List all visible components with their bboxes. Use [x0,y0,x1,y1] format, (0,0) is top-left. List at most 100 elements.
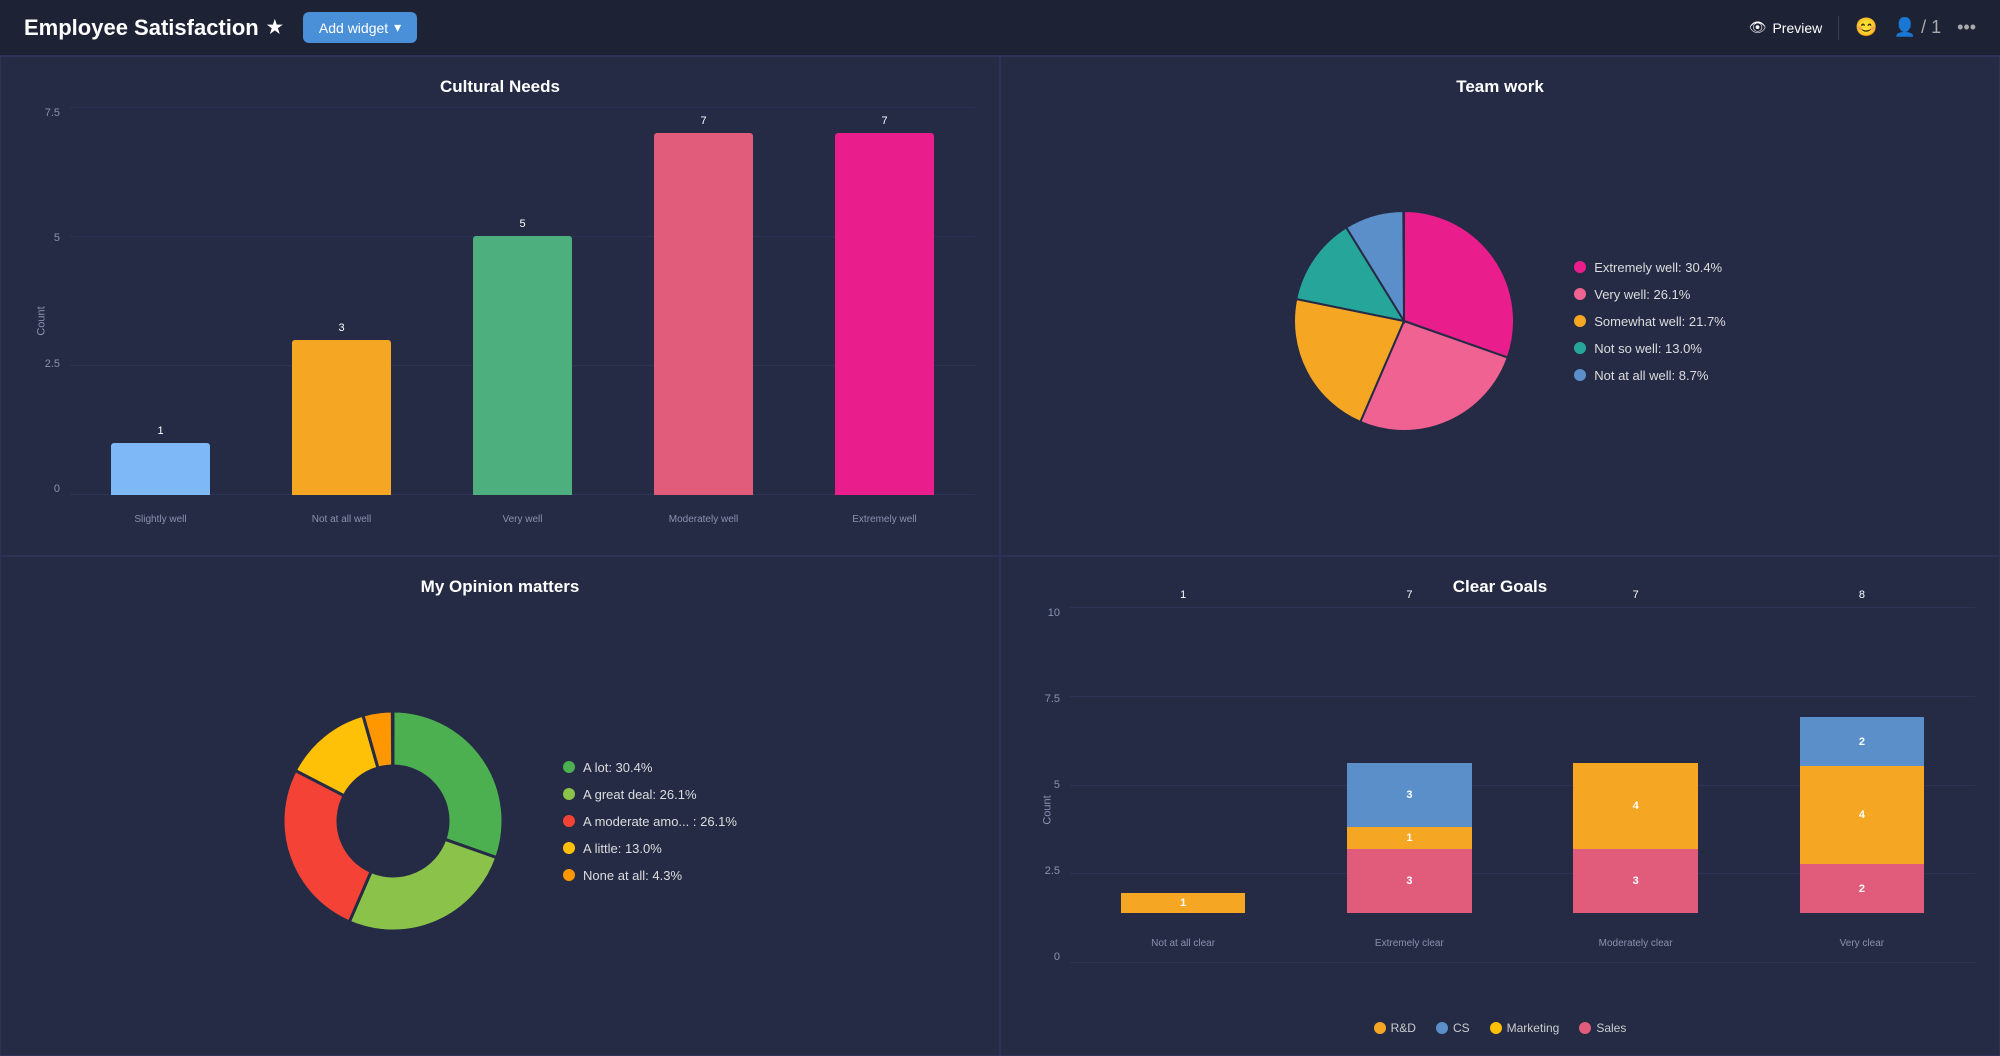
stacked-segment: 2 [1800,717,1924,766]
preview-label: Preview [1772,20,1822,36]
stacked-segment: 3 [1347,849,1471,913]
y-label: 7.5 [1025,693,1065,705]
stacked-legend: R&D CS Marketing Sales [1025,1021,1975,1035]
cultural-needs-widget: Cultural Needs Count 0 2.5 5 7.5 [0,56,1000,556]
bar-value-label: 7 [881,115,887,127]
stacked-segment: 1 [1121,893,1245,913]
legend-item-inline: R&D [1374,1021,1416,1035]
legend-label: A moderate amo... : 26.1% [583,814,737,829]
bar-item: 3 Not at all well [251,107,432,495]
header-actions: 👁 Preview 😊 👤 / 1 ••• [1749,16,1976,40]
dashboard: Cultural Needs Count 0 2.5 5 7.5 [0,56,2000,1056]
y-axis-labels: 0 2.5 5 7.5 [25,107,65,495]
legend-item-inline: CS [1436,1021,1470,1035]
legend-label: Not so well: 13.0% [1594,341,1702,356]
legend-label: Sales [1596,1021,1626,1035]
emoji-icon[interactable]: 😊 [1855,17,1877,38]
stacked-y-labels: 0 2.5 5 7.5 10 [1025,607,1065,963]
team-work-widget: Team work Extremely well: 30.4% Very wel… [1000,56,2000,556]
preview-button[interactable]: 👁 Preview [1749,19,1823,36]
legend-label: A great deal: 26.1% [583,787,696,802]
bar-label: Not at all well [251,514,432,525]
legend-dot [563,761,575,773]
bar-value-label: 1 [157,425,163,437]
legend-square [1490,1022,1502,1034]
bar-label: Very well [432,514,613,525]
pie-legend: Extremely well: 30.4% Very well: 26.1% S… [1574,260,1726,383]
donut-chart [263,691,523,951]
bar-item: 5 Very well [432,107,613,495]
legend-item: A little: 13.0% [563,841,737,856]
stacked-bar-label: Very clear [1726,938,1998,949]
add-widget-button[interactable]: Add widget ▾ [303,12,417,43]
chevron-down-icon: ▾ [394,19,401,36]
stacked-bar-item: 7 34 Moderately clear [1523,607,1749,913]
stacked-total-label: 1 [1180,589,1186,601]
y-label: 0 [1025,951,1065,963]
cultural-needs-title: Cultural Needs [25,77,975,97]
donut-slice [349,839,496,931]
y-label-25: 2.5 [25,358,65,370]
y-label-0: 0 [25,483,65,495]
legend-item: A moderate amo... : 26.1% [563,814,737,829]
y-label: 2.5 [1025,865,1065,877]
legend-label: Extremely well: 30.4% [1594,260,1722,275]
clear-goals-widget: Clear Goals Count 0 2.5 5 7.5 10 1 1 Not… [1000,556,2000,1056]
stacked-bars-group: 1 1 Not at all clear 7 313 Extremely cle… [1070,607,1975,963]
legend-label: R&D [1391,1021,1416,1035]
donut-container: A lot: 30.4% A great deal: 26.1% A moder… [25,607,975,1035]
bar-value-label: 7 [700,115,706,127]
legend-item: A lot: 30.4% [563,760,737,775]
bar-value-label: 5 [519,218,525,230]
legend-item: Somewhat well: 21.7% [1574,314,1726,329]
stacked-total-label: 7 [1633,589,1639,601]
stacked-total-label: 8 [1859,589,1865,601]
legend-item: Not so well: 13.0% [1574,341,1726,356]
stacked-segment: 1 [1347,827,1471,848]
divider [1838,16,1839,40]
eye-icon: 👁 [1749,19,1767,36]
legend-item: None at all: 4.3% [563,868,737,883]
my-opinion-widget: My Opinion matters A lot: 30.4% A great … [0,556,1000,1056]
bar-value-label: 3 [338,322,344,334]
stacked-bar-item: 7 313 Extremely clear [1296,607,1522,913]
stacked-bar-item: 1 1 Not at all clear [1070,607,1296,913]
legend-item-inline: Marketing [1490,1021,1560,1035]
legend-label: None at all: 4.3% [583,868,682,883]
star-icon[interactable]: ★ [267,17,283,38]
legend-square [1374,1022,1386,1034]
donut-legend: A lot: 30.4% A great deal: 26.1% A moder… [563,760,737,883]
bar-label: Extremely well [794,514,975,525]
legend-label: A lot: 30.4% [583,760,652,775]
legend-item: Very well: 26.1% [1574,287,1726,302]
users-icon[interactable]: 👤 / 1 [1894,17,1941,38]
legend-label: Not at all well: 8.7% [1594,368,1708,383]
legend-item: A great deal: 26.1% [563,787,737,802]
legend-label: Marketing [1507,1021,1560,1035]
bar-item: 1 Slightly well [70,107,251,495]
y-label-5: 5 [25,232,65,244]
bar-chart-area: Count 0 2.5 5 7.5 1 Slightly we [25,107,975,535]
stacked-segment: 4 [1800,766,1924,864]
stacked-segment: 4 [1573,763,1697,849]
donut-slice [283,770,371,922]
legend-label: Very well: 26.1% [1594,287,1690,302]
cultural-needs-chart: Count 0 2.5 5 7.5 1 Slightly we [25,107,975,535]
header: Employee Satisfaction ★ Add widget ▾ 👁 P… [0,0,2000,56]
add-widget-label: Add widget [319,20,388,36]
pie-chart [1274,191,1534,451]
legend-item: Not at all well: 8.7% [1574,368,1726,383]
legend-label: A little: 13.0% [583,841,662,856]
stacked-bar-item: 8 242 Very clear [1749,607,1975,913]
legend-item: Extremely well: 30.4% [1574,260,1726,275]
more-options-icon[interactable]: ••• [1957,17,1976,38]
legend-square [1579,1022,1591,1034]
pie-container: Extremely well: 30.4% Very well: 26.1% S… [1025,107,1975,535]
legend-dot [563,815,575,827]
legend-label: CS [1453,1021,1470,1035]
my-opinion-title: My Opinion matters [25,577,975,597]
bar-item: 7 Moderately well [613,107,794,495]
legend-dot [1574,315,1586,327]
stacked-segment: 2 [1800,864,1924,913]
team-work-title: Team work [1025,77,1975,97]
